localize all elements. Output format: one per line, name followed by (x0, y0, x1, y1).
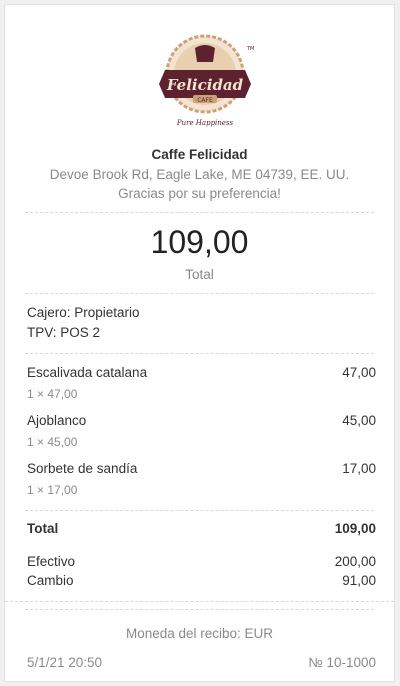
divider (25, 510, 374, 511)
item-name: Escalivada catalana (27, 365, 148, 380)
item-quantity: 1 × 45,00 (27, 435, 78, 449)
change-value: 91,00 (342, 573, 376, 588)
divider (25, 293, 374, 294)
summary-total-label: Total (27, 521, 59, 536)
item-price: 17,00 (342, 461, 376, 476)
divider (25, 212, 374, 213)
store-name: Caffe Felicidad (151, 147, 248, 162)
cash-value: 200,00 (334, 554, 376, 569)
divider (5, 601, 394, 602)
item-quantity: 1 × 17,00 (27, 483, 78, 497)
store-address: Devoe Brook Rd, Eagle Lake, ME 04739, EE… (49, 167, 350, 182)
footer-row: 5/1/21 20:50 № 10-1000 (27, 655, 376, 670)
receipt-currency: Moneda del recibo: EUR (125, 626, 274, 641)
payment-change: Cambio 91,00 (27, 573, 376, 588)
pos-info: TPV: POS 2 (27, 325, 101, 340)
logo-trademark: TM (246, 46, 254, 52)
divider (25, 609, 374, 610)
store-thanks: Gracias por su preferencia! (118, 186, 281, 201)
receipt-number: № 10-1000 (308, 655, 376, 670)
logo-brand: Felicidad (166, 76, 244, 94)
item-price: 47,00 (342, 365, 376, 380)
line-item: Escalivada catalana 47,00 (27, 365, 376, 380)
total-caption: Total (185, 267, 214, 282)
logo-tagline: Pure Happiness (176, 119, 234, 127)
summary-total: Total 109,00 (27, 521, 376, 536)
logo-sub: CAFE (197, 97, 213, 104)
receipt-page: Felicidad CAFE Pure Happiness TM Caffe F… (4, 4, 395, 682)
total-amount: 109,00 (150, 224, 249, 260)
change-label: Cambio (27, 573, 74, 588)
item-price: 45,00 (342, 413, 376, 428)
line-item: Sorbete de sandía 17,00 (27, 461, 376, 476)
cash-label: Efectivo (27, 554, 76, 569)
payment-cash: Efectivo 200,00 (27, 554, 376, 569)
cashier-info: Cajero: Propietario (27, 305, 140, 320)
item-name: Ajoblanco (27, 413, 87, 428)
receipt-datetime: 5/1/21 20:50 (27, 655, 103, 670)
line-item: Ajoblanco 45,00 (27, 413, 376, 428)
item-quantity: 1 × 47,00 (27, 387, 78, 401)
cafe-logo: Felicidad CAFE Pure Happiness TM (159, 34, 254, 127)
divider (25, 353, 374, 354)
summary-total-value: 109,00 (334, 521, 376, 536)
item-name: Sorbete de sandía (27, 461, 138, 476)
